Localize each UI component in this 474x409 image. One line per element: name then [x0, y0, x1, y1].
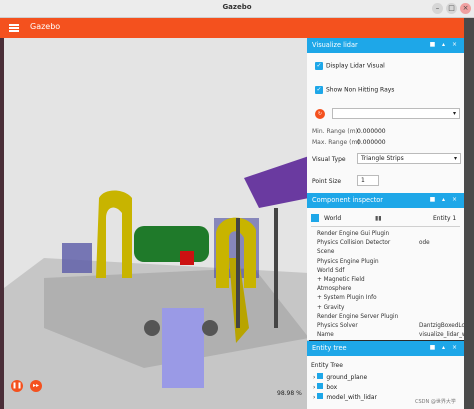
component-row[interactable]: World Sdf — [317, 268, 344, 274]
component-label: Physics Solver — [317, 323, 358, 329]
zoom-readout: 98.98 % — [277, 390, 302, 397]
tree-item[interactable]: › ground_plane — [313, 373, 367, 381]
entity-tree-header: Entity tree ■ ▴ × — [307, 341, 464, 356]
component-row[interactable]: Name visualize_lidar_world — [317, 332, 474, 339]
tree-item-label: ground_plane — [326, 374, 368, 381]
entity-tree-panel: Entity tree ■ ▴ × Entity Tree › ground_pla… — [307, 341, 464, 409]
entity-id: Entity 1 — [433, 215, 457, 222]
visualize-lidar-header: Visualize lidar ■ ▴ × — [307, 38, 464, 53]
component-row[interactable]: Physics Collision Detector ode — [317, 240, 430, 247]
component-label: + Magnetic Field — [317, 277, 365, 283]
model-icon — [317, 393, 324, 399]
panel-title: Entity tree — [312, 344, 347, 352]
panel-close-icon[interactable]: × — [449, 344, 460, 351]
tree-item-label: model_with_lidar — [326, 394, 378, 401]
component-label: Scene — [317, 249, 335, 256]
panel-collapse-icon[interactable]: ■ — [427, 41, 438, 48]
component-label: Physics Engine Plugin — [317, 258, 379, 265]
window-title: Gazebo — [222, 3, 252, 11]
check-icon: ✓ — [315, 86, 323, 94]
hamburger-menu-icon[interactable] — [9, 24, 19, 32]
component-label: Render Engine Gui Plugin — [317, 231, 390, 237]
panel-close-icon[interactable]: × — [449, 41, 460, 48]
panel-title: Visualize lidar — [312, 41, 358, 49]
point-size-spinbox[interactable]: 1 — [357, 175, 379, 186]
panel-collapse-icon[interactable]: ■ — [427, 344, 438, 351]
min-range-label: Min. Range (m) — [312, 128, 358, 135]
app-window: Gazebo – □ × Gazebo ❚❚ ▸▸ 98.98 % Visual… — [0, 0, 474, 409]
lidar-topic-select[interactable]: ▾ — [332, 108, 460, 119]
check-icon: ✓ — [315, 62, 323, 70]
component-label: Render Engine Server Plugin — [317, 313, 399, 320]
component-row[interactable]: Atmosphere — [317, 286, 351, 292]
visual-type-label: Visual Type — [312, 156, 346, 163]
component-row[interactable]: Render Engine Gui Plugin — [317, 231, 389, 237]
visual-type-select[interactable]: Triangle Strips ▾ — [357, 153, 461, 164]
tree-item[interactable]: › box — [313, 383, 337, 391]
entity-tree-heading: Entity Tree — [311, 362, 343, 369]
component-row[interactable]: Physics SolverDantzigBoxedLcpSolver — [317, 323, 474, 329]
minimize-icon[interactable]: – — [432, 3, 443, 14]
window-titlebar: Gazebo – □ × — [0, 0, 474, 18]
component-row[interactable]: + Magnetic Field — [317, 277, 365, 283]
panel-collapse-icon[interactable]: ■ — [427, 196, 438, 203]
step-button[interactable]: ▸▸ — [30, 380, 42, 392]
model-icon — [317, 383, 324, 389]
close-icon[interactable]: × — [460, 3, 471, 14]
world-icon — [311, 214, 319, 222]
3d-scene-viewport[interactable] — [4, 38, 309, 409]
panel-expand-icon[interactable]: ▴ — [438, 196, 449, 203]
component-label: World Sdf — [317, 267, 345, 274]
min-range-value: 0.000000 — [357, 128, 386, 135]
component-row[interactable]: Scene — [317, 249, 334, 255]
watermark: CSDN @世界大学 — [415, 399, 456, 405]
component-label: Name — [317, 332, 334, 339]
component-inspector-panel: Component inspector ■ ▴ × World Entity 1 ▮… — [307, 193, 474, 340]
model-icon — [317, 373, 324, 379]
component-label: Atmosphere — [317, 286, 352, 293]
non-hitting-checkbox[interactable]: ✓ Show Non Hitting Rays — [315, 86, 394, 94]
app-bar: Gazebo — [0, 18, 474, 38]
component-inspector-header: Component inspector ■ ▴ × — [307, 193, 464, 208]
tree-item[interactable]: › model_with_lidar — [313, 393, 377, 401]
visualize-lidar-panel: Visualize lidar ■ ▴ × ✓ Display Lidar Visua… — [307, 38, 464, 193]
max-range-label: Max. Range (m) — [312, 139, 360, 146]
entity-name: World — [324, 215, 342, 222]
point-size-label: Point Size — [312, 178, 342, 185]
panel-expand-icon[interactable]: ▴ — [438, 41, 449, 48]
panel-close-icon[interactable]: × — [449, 196, 460, 203]
playground-scene — [4, 38, 309, 409]
maximize-icon[interactable]: □ — [446, 3, 457, 14]
refresh-icon[interactable]: ↻ — [315, 109, 325, 119]
max-range-value: 0.000000 — [357, 139, 386, 146]
panel-title: Component inspector — [312, 196, 384, 204]
tree-item-label: box — [326, 384, 338, 391]
component-row[interactable]: + Gravity — [317, 305, 344, 311]
pause-button[interactable]: ❚❚ — [11, 380, 23, 392]
component-label: + Gravity — [317, 304, 345, 311]
panel-expand-icon[interactable]: ▴ — [438, 344, 449, 351]
component-value: ode — [419, 240, 430, 247]
app-name: Gazebo — [30, 22, 61, 31]
component-row[interactable]: + System Plugin Info — [317, 295, 377, 301]
display-lidar-checkbox[interactable]: ✓ Display Lidar Visual — [315, 62, 385, 70]
desktop-edge — [464, 18, 474, 409]
component-row[interactable]: Physics Engine Plugin — [317, 259, 379, 265]
component-row[interactable]: Render Engine Server Plugin — [317, 314, 398, 320]
component-label: + System Plugin Info — [317, 295, 377, 302]
component-label: Physics Collision Detector — [317, 240, 391, 247]
lock-icon[interactable]: ▮▮ — [375, 215, 382, 222]
